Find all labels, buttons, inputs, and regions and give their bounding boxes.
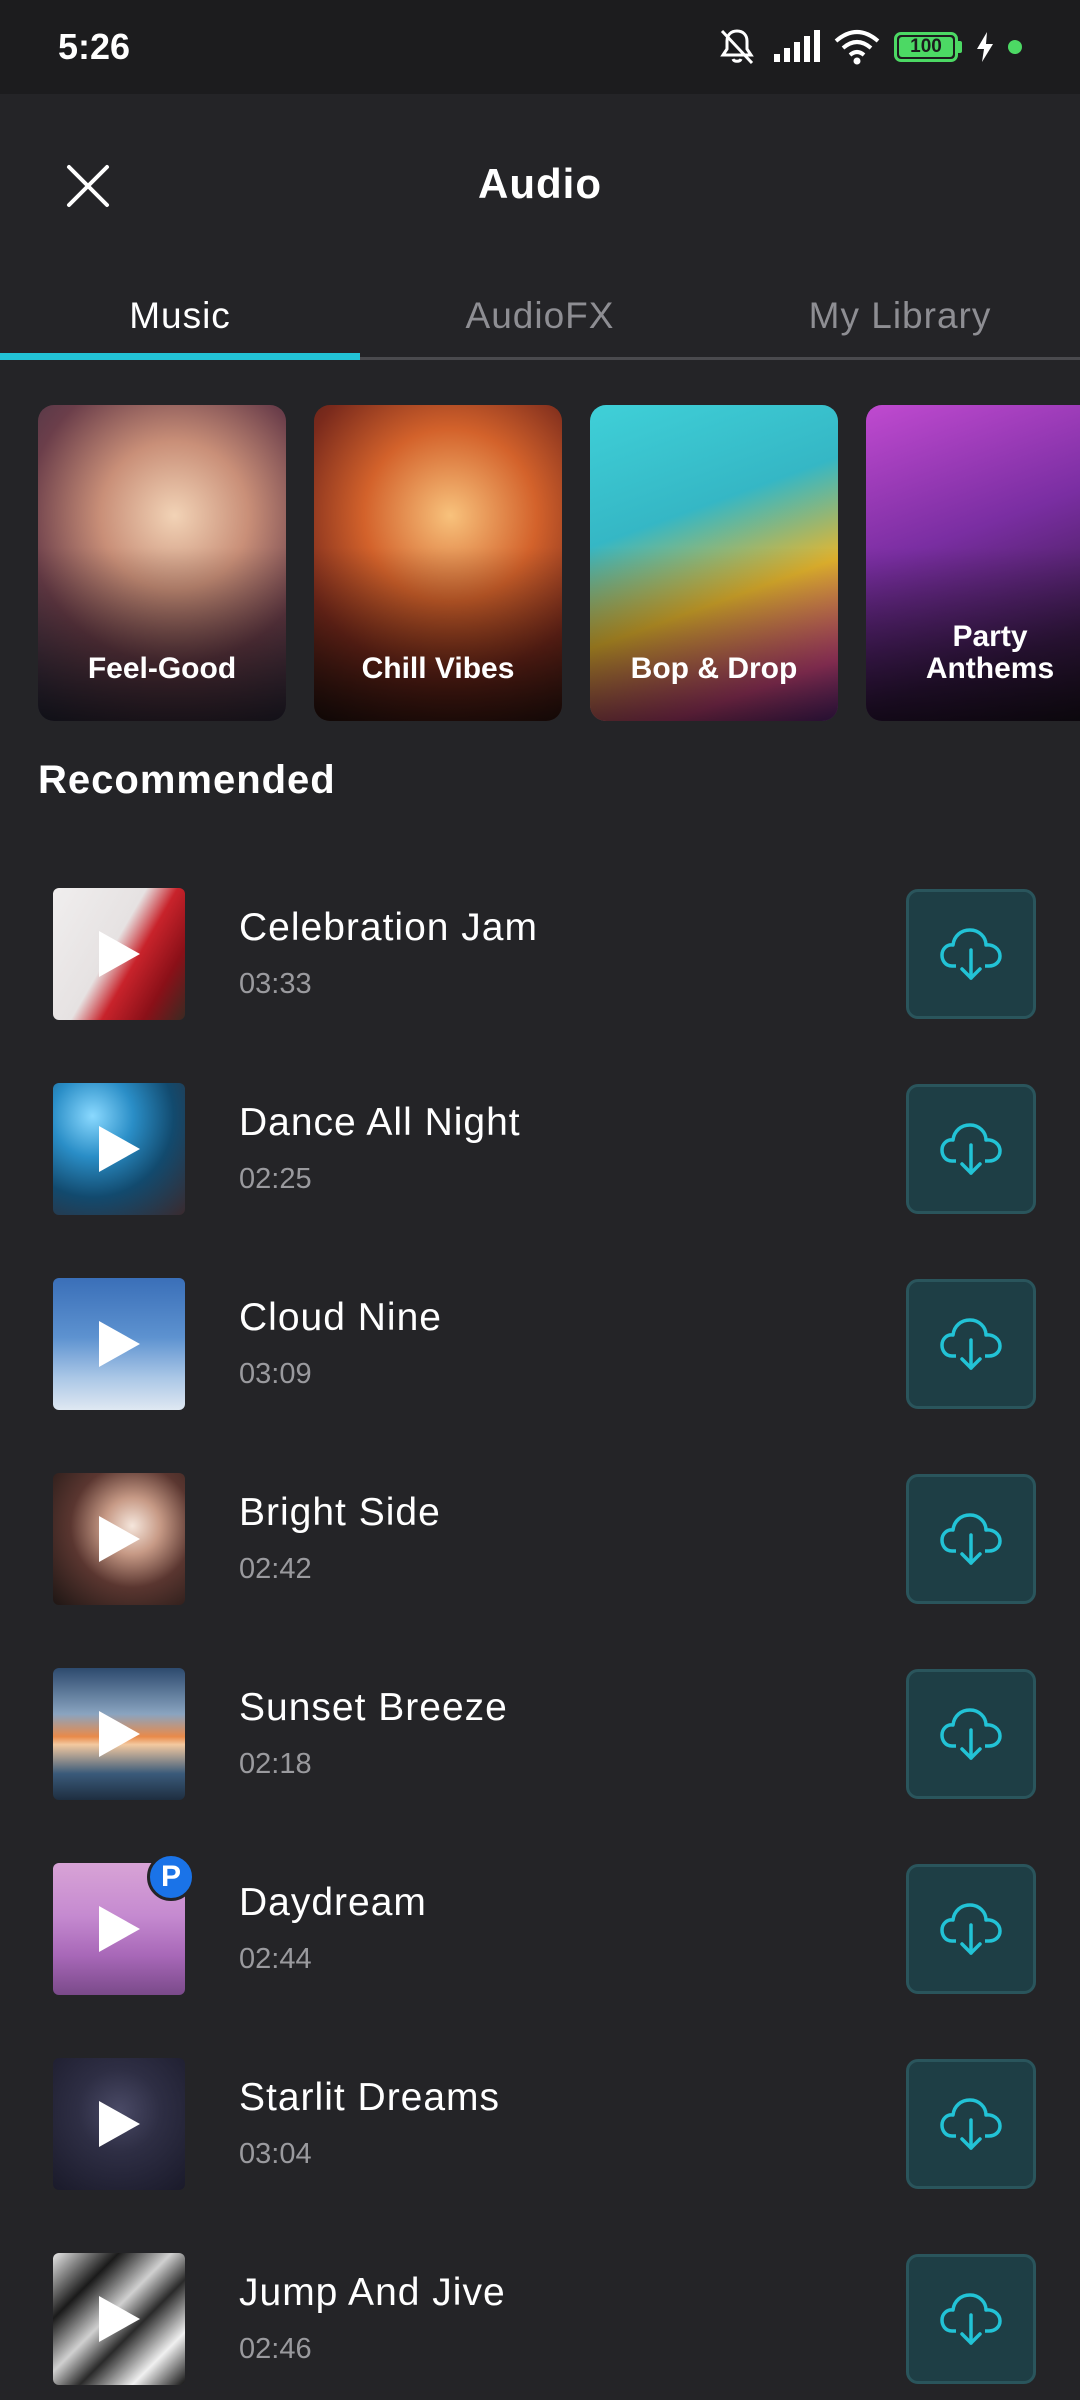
signal-icon xyxy=(772,30,820,64)
play-icon xyxy=(99,2295,140,2342)
section-title-recommended: Recommended xyxy=(38,758,336,802)
category-card-feel-good[interactable]: Feel-Good xyxy=(38,405,286,721)
track-title: Bright Side xyxy=(239,1491,441,1534)
category-label: Party Anthems xyxy=(925,620,1055,685)
status-icons: 100 xyxy=(716,27,1022,67)
cloud-download-icon xyxy=(940,2097,1002,2150)
cloud-download-icon xyxy=(940,1512,1002,1565)
download-button[interactable] xyxy=(906,2058,1036,2189)
download-button[interactable] xyxy=(906,2253,1036,2384)
track-title: Cloud Nine xyxy=(239,1296,442,1339)
track-duration: 02:46 xyxy=(239,2333,312,2365)
category-label: Feel-Good xyxy=(87,652,237,685)
mute-bell-icon xyxy=(716,27,758,67)
track-thumbnail[interactable] xyxy=(53,2057,185,2190)
track-duration: 02:18 xyxy=(239,1748,312,1780)
download-button[interactable] xyxy=(906,1083,1036,1214)
category-card-party-anthems[interactable]: Party Anthems xyxy=(866,405,1080,721)
list-item[interactable]: Jump And Jive 02:46 xyxy=(0,2221,1080,2400)
category-card-bop-and-drop[interactable]: Bop & Drop xyxy=(590,405,838,721)
tab-bar: Music AudioFX My Library xyxy=(0,274,1080,360)
play-icon xyxy=(99,1905,140,1952)
cloud-download-icon xyxy=(940,1707,1002,1760)
charging-dot xyxy=(1008,40,1022,54)
tab-audiofx[interactable]: AudioFX xyxy=(360,274,720,357)
battery-icon: 100 xyxy=(894,32,962,62)
track-list: Celebration Jam 03:33 Dance All Night 02… xyxy=(0,856,1080,2400)
play-icon xyxy=(99,1710,140,1757)
track-title: Celebration Jam xyxy=(239,906,538,949)
list-item[interactable]: Cloud Nine 03:09 xyxy=(0,1246,1080,1441)
track-thumbnail[interactable] xyxy=(53,1082,185,1215)
category-carousel: Feel-Good Chill Vibes Bop & Drop Party A… xyxy=(38,405,1080,721)
track-title: Starlit Dreams xyxy=(239,2076,501,2119)
status-bar: 5:26 100 xyxy=(0,0,1080,94)
list-item[interactable]: Celebration Jam 03:33 xyxy=(0,856,1080,1051)
list-item[interactable]: Sunset Breeze 02:18 xyxy=(0,1636,1080,1831)
list-item[interactable]: Bright Side 02:42 xyxy=(0,1441,1080,1636)
play-icon xyxy=(99,2100,140,2147)
track-thumbnail[interactable] xyxy=(53,2252,185,2385)
play-icon xyxy=(99,1125,140,1172)
tab-my-library[interactable]: My Library xyxy=(720,274,1080,357)
track-title: Daydream xyxy=(239,1881,427,1924)
list-item[interactable]: Dance All Night 02:25 xyxy=(0,1051,1080,1246)
header: Audio xyxy=(0,94,1080,274)
track-duration: 03:33 xyxy=(239,968,312,1000)
status-time: 5:26 xyxy=(58,26,131,67)
track-title: Jump And Jive xyxy=(239,2271,506,2314)
list-item[interactable]: P Daydream 02:44 xyxy=(0,1831,1080,2026)
cloud-download-icon xyxy=(940,1317,1002,1370)
cloud-download-icon xyxy=(940,1122,1002,1175)
battery-level: 100 xyxy=(899,36,953,57)
close-button[interactable] xyxy=(60,160,116,216)
track-duration: 03:04 xyxy=(239,2138,312,2170)
play-icon xyxy=(99,1320,140,1367)
category-label: Bop & Drop xyxy=(630,652,798,685)
page-title: Audio xyxy=(478,160,602,207)
tab-music[interactable]: Music xyxy=(0,274,360,360)
premium-badge: P xyxy=(147,1852,195,1901)
track-title: Sunset Breeze xyxy=(239,1686,508,1729)
download-button[interactable] xyxy=(906,1278,1036,1409)
play-icon xyxy=(99,1515,140,1562)
download-button[interactable] xyxy=(906,1863,1036,1994)
track-thumbnail[interactable] xyxy=(53,1277,185,1410)
track-thumbnail[interactable] xyxy=(53,1667,185,1800)
download-button[interactable] xyxy=(906,888,1036,1019)
play-icon xyxy=(99,930,140,977)
close-icon xyxy=(65,163,111,214)
track-duration: 02:25 xyxy=(239,1163,312,1195)
track-thumbnail[interactable]: P xyxy=(53,1852,195,1995)
track-thumbnail[interactable] xyxy=(53,1472,185,1605)
cloud-download-icon xyxy=(940,927,1002,980)
track-duration: 02:42 xyxy=(239,1553,312,1585)
track-duration: 02:44 xyxy=(239,1943,312,1975)
cloud-download-icon xyxy=(940,1902,1002,1955)
category-label: Chill Vibes xyxy=(361,652,515,685)
charging-bolt-icon xyxy=(976,32,994,62)
track-duration: 03:09 xyxy=(239,1358,312,1390)
track-thumbnail[interactable] xyxy=(53,887,185,1020)
category-card-chill-vibes[interactable]: Chill Vibes xyxy=(314,405,562,721)
download-button[interactable] xyxy=(906,1668,1036,1799)
list-item[interactable]: Starlit Dreams 03:04 xyxy=(0,2026,1080,2221)
cloud-download-icon xyxy=(940,2292,1002,2345)
download-button[interactable] xyxy=(906,1473,1036,1604)
track-title: Dance All Night xyxy=(239,1101,521,1144)
wifi-icon xyxy=(834,29,880,65)
